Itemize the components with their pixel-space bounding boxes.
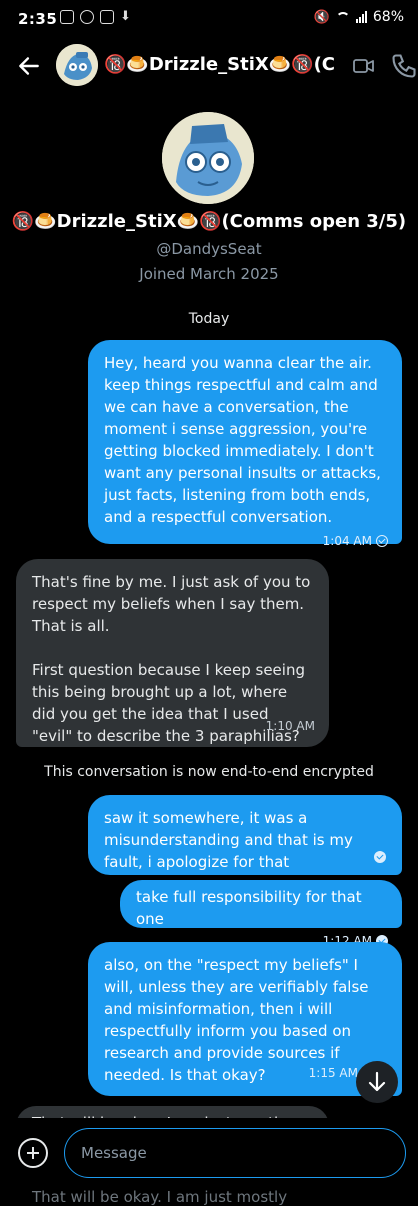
mute-icon: 🔇 <box>313 9 330 25</box>
app-notification-icon <box>80 10 94 24</box>
date-divider: Today <box>188 311 230 327</box>
message-bubble-incoming[interactable]: That's fine by me. I just ask of you to … <box>16 559 329 747</box>
video-icon[interactable] <box>352 54 376 78</box>
message-meta: 1:04 AM <box>104 530 388 552</box>
message-text: Hey, heard you wanna clear the air. keep… <box>104 354 386 526</box>
profile-joined-date: Joined March 2025 <box>139 265 279 283</box>
profile-handle: @DandysSeat <box>156 240 262 258</box>
image-icon <box>100 10 114 24</box>
message-text: take full responsibility for that one <box>136 888 367 928</box>
message-time: 1:04 AM <box>322 534 372 548</box>
message-meta: 1:10 AM <box>266 715 315 737</box>
message-bubble-outgoing[interactable]: saw it somewhere, it was a misunderstand… <box>88 795 402 875</box>
message-text: saw it somewhere, it was a misunderstand… <box>104 809 358 871</box>
message-bubble-outgoing[interactable]: also, on the "respect my beliefs" I will… <box>88 942 402 1096</box>
message-time: 1:15 AM <box>308 1066 358 1080</box>
status-bar: 2:35 ⬇ 🔇 68% <box>0 0 418 36</box>
system-indicators: 🔇 68% <box>314 9 404 25</box>
wifi-icon <box>335 12 350 22</box>
phone-icon[interactable] <box>390 52 418 80</box>
scroll-to-bottom-button[interactable] <box>356 1061 398 1103</box>
profile-avatar[interactable] <box>162 112 254 204</box>
conversation-header: 🔞🍮Drizzle_StiX🍮🔞(C... <box>0 36 418 98</box>
plus-circle-icon[interactable] <box>18 1138 48 1168</box>
gamepad-icon <box>60 10 74 24</box>
ghost-preview-text: That will be okay. I am just mostly <box>32 1188 288 1206</box>
message-meta: 1:15 AM <box>309 1062 358 1084</box>
battery-level: 68% <box>372 9 404 25</box>
download-icon: ⬇ <box>120 9 131 24</box>
arrow-down-icon <box>368 1071 386 1092</box>
conversation-title[interactable]: 🔞🍮Drizzle_StiX🍮🔞(C... <box>104 54 336 75</box>
message-bubble-outgoing[interactable]: Hey, heard you wanna clear the air. keep… <box>88 340 402 548</box>
message-input[interactable] <box>64 1128 406 1178</box>
status-time: 2:35 <box>18 10 58 28</box>
encryption-notice: This conversation is now end-to-end encr… <box>44 764 374 780</box>
message-time: 1:10 AM <box>265 719 315 733</box>
read-check-icon <box>376 535 388 547</box>
read-check-icon <box>374 851 386 863</box>
notification-icons: ⬇ <box>60 10 131 24</box>
signal-icon <box>355 11 367 23</box>
message-bubble-outgoing[interactable]: take full responsibility for that one 1:… <box>120 880 402 948</box>
header-avatar[interactable] <box>56 44 98 86</box>
profile-name: 🔞🍮Drizzle_StiX🍮🔞(Comms open 3/5) <box>11 211 407 232</box>
back-arrow-icon[interactable] <box>16 53 42 79</box>
